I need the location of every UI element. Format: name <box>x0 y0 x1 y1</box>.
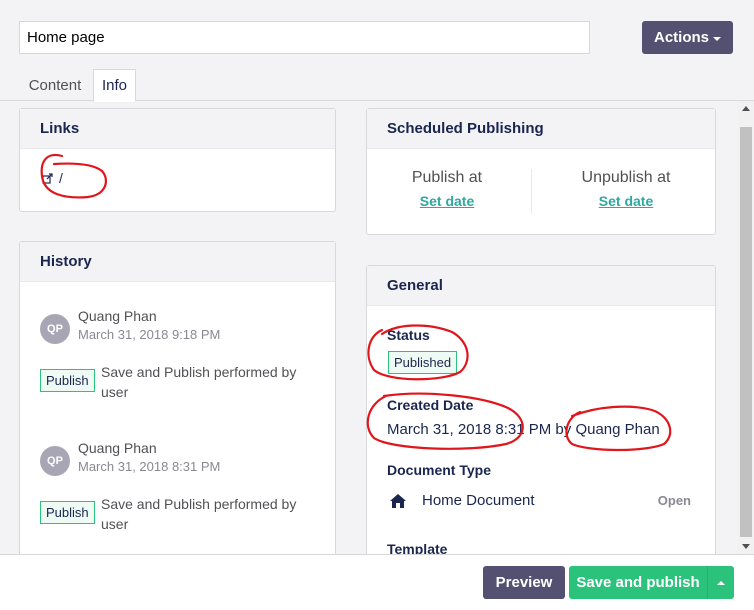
document-type-label: Document Type <box>387 462 491 478</box>
created-date-value: March 31, 2018 8:31 PM by Quang Phan <box>387 421 660 438</box>
status-label: Status <box>387 327 430 343</box>
template-label: Template <box>387 541 448 554</box>
status-badge: Published <box>388 351 458 374</box>
caret-up-icon <box>717 580 725 585</box>
history-user: Quang Phan <box>78 440 157 456</box>
editor-footer: Preview Save and publish <box>0 554 754 610</box>
avatar: QP <box>40 446 70 476</box>
editor-header: Actions Content Info <box>0 0 754 102</box>
scroll-down-arrow-icon[interactable] <box>742 544 750 549</box>
document-type-row: Home Document Open <box>389 492 691 509</box>
history-date: March 31, 2018 9:18 PM <box>78 327 221 342</box>
publish-badge: Publish <box>40 369 95 392</box>
history-description: Save and Publish performed by user <box>101 364 297 400</box>
scroll-thumb[interactable] <box>740 127 752 537</box>
actions-button[interactable]: Actions <box>642 21 733 54</box>
link-url[interactable]: / <box>59 170 63 186</box>
unpublish-at-label: Unpublish at <box>581 169 671 186</box>
publish-at-column: Publish at Set date <box>367 169 527 209</box>
tab-info[interactable]: Info <box>93 69 136 102</box>
preview-button[interactable]: Preview <box>483 566 565 599</box>
history-user: Quang Phan <box>78 308 157 324</box>
save-and-publish-button[interactable]: Save and publish <box>569 566 707 599</box>
actions-label: Actions <box>653 29 709 46</box>
scheduled-title: Scheduled Publishing <box>367 109 715 149</box>
info-panel[interactable]: Links / History QP Quang Phan March 31, … <box>0 101 738 554</box>
history-title: History <box>20 242 335 282</box>
unpublish-set-date-link[interactable]: Set date <box>546 193 706 209</box>
vertical-scrollbar[interactable] <box>738 101 754 554</box>
unpublish-at-column: Unpublish at Set date <box>546 169 706 209</box>
home-icon <box>390 493 406 508</box>
save-options-button[interactable] <box>707 566 734 599</box>
open-document-type-link[interactable]: Open <box>658 493 691 508</box>
general-title: General <box>367 266 715 306</box>
history-description: Save and Publish performed by user <box>101 496 297 532</box>
created-date-label: Created Date <box>387 397 474 413</box>
document-type-name: Home Document <box>422 492 535 509</box>
links-title: Links <box>20 109 335 149</box>
history-date: March 31, 2018 8:31 PM <box>78 459 221 474</box>
history-card: History QP Quang Phan March 31, 2018 9:1… <box>19 241 336 554</box>
scroll-up-arrow-icon[interactable] <box>742 106 750 111</box>
external-link-icon <box>42 172 53 184</box>
link-item[interactable]: / <box>20 149 335 186</box>
links-card: Links / <box>19 108 336 212</box>
tab-content[interactable]: Content <box>19 69 91 101</box>
publish-set-date-link[interactable]: Set date <box>367 193 527 209</box>
divider <box>531 169 532 214</box>
avatar: QP <box>40 314 70 344</box>
publish-at-label: Publish at <box>411 169 483 186</box>
node-name-input[interactable] <box>19 21 590 54</box>
general-card: General Status Published Created Date Ma… <box>366 265 716 554</box>
scheduled-publishing-card: Scheduled Publishing Publish at Set date… <box>366 108 716 235</box>
publish-badge: Publish <box>40 501 95 524</box>
caret-down-icon <box>713 36 721 41</box>
